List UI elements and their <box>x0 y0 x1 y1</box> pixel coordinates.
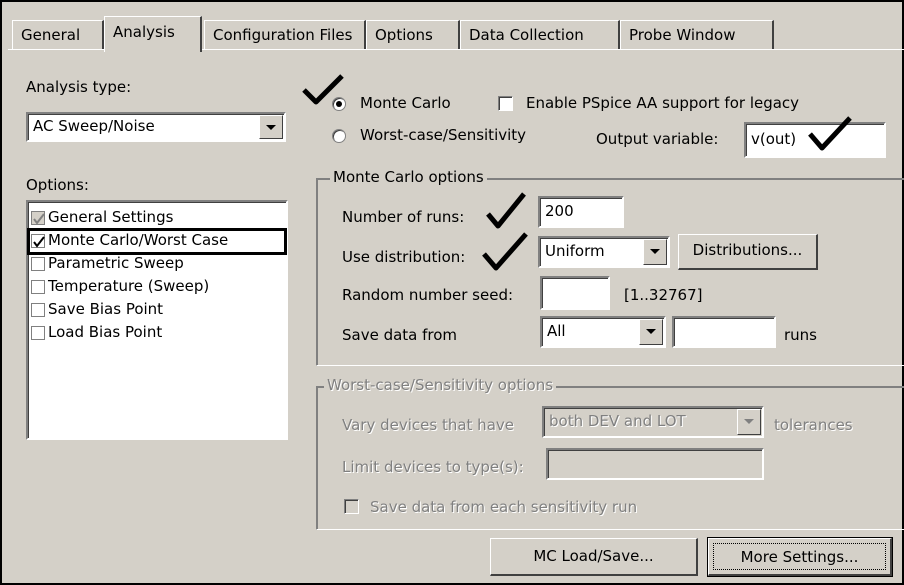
tab-data-collection[interactable]: Data Collection <box>460 20 620 50</box>
list-item-label: Load Bias Point <box>48 323 163 341</box>
list-item-label: General Settings <box>48 208 174 226</box>
annotation-check-icon <box>486 192 526 229</box>
tolerances-label: tolerances <box>774 416 853 434</box>
list-item-label: Parametric Sweep <box>48 254 184 272</box>
random-seed-input[interactable] <box>540 276 610 310</box>
more-settings-button[interactable]: More Settings... <box>707 537 893 577</box>
vary-devices-select[interactable]: both DEV and LOT <box>542 406 764 438</box>
save-runs-input[interactable] <box>672 316 776 348</box>
list-item-monte-carlo-worst-case[interactable]: Monte Carlo/Worst Case <box>27 228 287 255</box>
focus-rect: More Settings... <box>713 543 886 570</box>
legacy-checkbox[interactable] <box>498 96 513 111</box>
distributions-button-label: Distributions... <box>692 241 803 259</box>
tab-analysis[interactable]: Analysis <box>104 16 202 52</box>
distribution-select[interactable]: Uniform <box>538 236 670 268</box>
options-list: General Settings Monte Carlo/Worst Case … <box>26 200 288 440</box>
simulation-settings-dialog: General Analysis Configuration Files Opt… <box>0 0 904 585</box>
random-seed-label: Random number seed: <box>342 286 514 304</box>
tab-data-collection-label: Data Collection <box>469 26 584 44</box>
more-settings-label: More Settings... <box>740 548 859 566</box>
worst-case-options-title: Worst-case/Sensitivity options <box>324 376 557 394</box>
worst-case-radio[interactable] <box>332 129 346 143</box>
analysis-type-label: Analysis type: <box>26 78 132 96</box>
chevron-down-icon[interactable] <box>737 409 761 435</box>
random-seed-range: [1..32767] <box>624 286 703 304</box>
use-distribution-label: Use distribution: <box>342 248 466 266</box>
monte-carlo-options-title: Monte Carlo options <box>330 168 487 186</box>
limit-devices-label: Limit devices to type(s): <box>342 458 524 476</box>
annotation-check-icon <box>808 116 852 151</box>
runs-suffix: runs <box>784 326 817 344</box>
mc-load-save-button[interactable]: MC Load/Save... <box>490 538 698 576</box>
save-data-select[interactable]: All <box>540 316 666 348</box>
save-each-sensitivity-label[interactable]: Save data from each sensitivity run <box>370 498 637 516</box>
mc-load-save-label: MC Load/Save... <box>533 547 654 565</box>
list-item-label: Temperature (Sweep) <box>48 277 210 295</box>
monte-carlo-radio[interactable] <box>332 97 346 111</box>
tab-strip: General Analysis Configuration Files Opt… <box>12 16 902 52</box>
list-item-label: Save Bias Point <box>48 300 164 318</box>
output-variable-value: v(out) <box>751 130 797 148</box>
number-of-runs-input[interactable]: 200 <box>538 196 624 228</box>
chevron-down-icon[interactable] <box>643 239 667 265</box>
save-data-value: All <box>547 322 566 340</box>
tab-options[interactable]: Options <box>366 20 460 50</box>
limit-devices-input[interactable] <box>546 448 764 480</box>
annotation-check-icon <box>482 232 528 271</box>
distributions-button[interactable]: Distributions... <box>678 234 818 270</box>
checkbox-icon <box>31 211 45 225</box>
tab-configuration-files-label: Configuration Files <box>213 26 353 44</box>
analysis-type-select[interactable]: AC Sweep/Noise <box>26 112 286 142</box>
tab-probe-window[interactable]: Probe Window <box>620 20 774 50</box>
checkbox-icon <box>31 303 45 317</box>
number-of-runs-value: 200 <box>545 202 574 220</box>
list-item-label: Monte Carlo/Worst Case <box>48 231 229 249</box>
legacy-checkbox-label[interactable]: Enable PSpice AA support for legacy <box>526 94 799 112</box>
tab-general-label: General <box>21 26 81 44</box>
tab-probe-window-label: Probe Window <box>629 26 736 44</box>
tab-options-label: Options <box>375 26 433 44</box>
monte-carlo-label[interactable]: Monte Carlo <box>360 94 451 112</box>
vary-devices-label: Vary devices that have <box>342 416 514 434</box>
chevron-down-icon[interactable] <box>639 319 663 345</box>
tab-general[interactable]: General <box>12 20 104 50</box>
checkbox-icon <box>31 326 45 340</box>
output-variable-label: Output variable: <box>596 130 719 148</box>
tab-configuration-files[interactable]: Configuration Files <box>204 20 366 50</box>
chevron-down-icon[interactable] <box>259 115 283 139</box>
tab-analysis-label: Analysis <box>113 23 175 41</box>
save-each-sensitivity-checkbox[interactable] <box>344 499 359 514</box>
worst-case-label[interactable]: Worst-case/Sensitivity <box>360 126 526 144</box>
save-data-from-label: Save data from <box>342 326 458 344</box>
checkbox-icon <box>31 257 45 271</box>
options-label: Options: <box>26 176 89 194</box>
checkbox-icon <box>31 280 45 294</box>
number-of-runs-label: Number of runs: <box>342 208 465 226</box>
checkbox-icon <box>31 234 45 248</box>
distribution-value: Uniform <box>545 242 605 260</box>
vary-devices-value: both DEV and LOT <box>549 412 686 430</box>
analysis-type-value: AC Sweep/Noise <box>33 117 155 135</box>
